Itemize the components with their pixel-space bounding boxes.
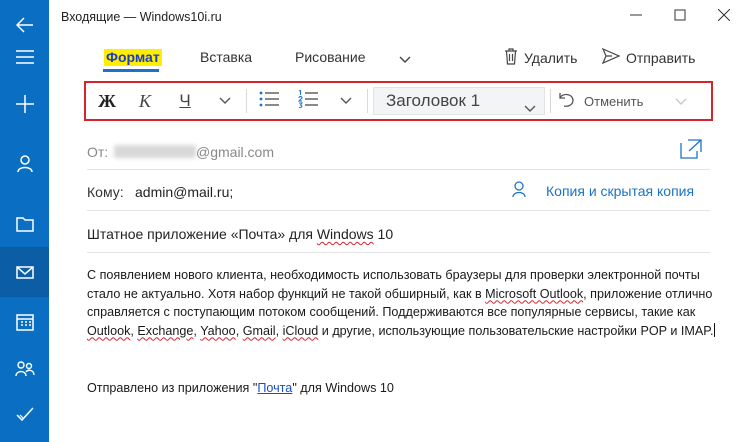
header-divider [87, 169, 710, 170]
delete-button[interactable]: Удалить [504, 48, 577, 68]
chevron-down-icon [219, 92, 231, 110]
maximize-button[interactable] [658, 0, 702, 34]
font-options-chevron-button[interactable] [210, 83, 240, 119]
underline-label: Ч [179, 91, 191, 110]
underline-button[interactable]: Ч [168, 83, 202, 119]
chevron-down-icon [340, 92, 352, 110]
body-spell-word: Gmail [242, 323, 276, 338]
mail-icon [15, 265, 34, 279]
subject-field[interactable]: Штатное приложение «Почта» для Windows 1… [87, 226, 393, 242]
text-cursor [713, 322, 715, 337]
folders-button[interactable] [0, 199, 49, 249]
send-button[interactable]: Отправить [601, 47, 696, 67]
navigation-rail [0, 0, 49, 442]
body-spell-word: Yahoo [200, 323, 236, 338]
italic-label: К [139, 90, 151, 111]
toolbar-divider [550, 89, 551, 113]
menu-button[interactable] [0, 32, 49, 82]
calendar-icon [15, 313, 34, 331]
window-title: Входящие — Windows10i.ru [61, 10, 222, 24]
subject-text: Штатное приложение «Почта» для [87, 226, 317, 242]
tab-insert[interactable]: Вставка [200, 49, 252, 65]
cc-bcc-button[interactable]: Копия и скрытая копия [512, 181, 694, 201]
from-label: От: [87, 144, 109, 160]
people-button[interactable] [0, 344, 49, 394]
new-mail-button[interactable] [0, 79, 49, 129]
body-spell-word: iCloud [282, 323, 319, 338]
folders-icon [15, 216, 34, 232]
send-label: Отправить [626, 49, 696, 66]
todo-button[interactable] [0, 389, 49, 439]
toolbar-divider [367, 89, 368, 113]
mail-button[interactable] [0, 247, 49, 297]
paragraph-style-dropdown[interactable]: Заголовок 1 [373, 87, 545, 115]
body-spell-word: Outlook [87, 323, 131, 338]
person-icon [512, 181, 526, 201]
to-label: Кому: [87, 184, 124, 200]
open-in-new-window-icon[interactable] [680, 139, 702, 164]
subject-text-end: 10 [373, 226, 394, 242]
paragraph-style-value: Заголовок 1 [386, 91, 481, 110]
chevron-down-icon [399, 51, 411, 67]
signature-link[interactable]: Почта [257, 381, 292, 395]
body-text: , [275, 323, 283, 338]
body-text: , [235, 323, 243, 338]
list-options-chevron-button[interactable] [331, 83, 361, 119]
undo-button[interactable]: Отменить [558, 83, 687, 119]
formatting-toolbar: Ж К Ч Заголовок 1 Отменить [84, 81, 713, 121]
numbered-list-button[interactable] [291, 83, 325, 119]
header-divider [87, 252, 710, 253]
signature-text-end: " для Windows 10 [292, 381, 394, 395]
message-body[interactable]: С появлением нового клиента, необходимос… [87, 266, 717, 340]
tab-format[interactable]: Формат [104, 49, 162, 66]
people-icon [14, 361, 35, 377]
header-divider [87, 210, 710, 211]
cc-bcc-label: Копия и скрытая копия [546, 183, 695, 199]
to-field[interactable]: admin@mail.ru; [135, 184, 233, 200]
hamburger-menu-icon [15, 50, 34, 64]
calendar-button[interactable] [0, 297, 49, 347]
active-tab-indicator [103, 69, 159, 72]
toolbar-divider [246, 89, 247, 113]
subject-spellcheck-word: Windows [316, 226, 374, 242]
chevron-down-icon [675, 94, 687, 109]
send-icon [601, 47, 621, 67]
undo-label: Отменить [584, 93, 644, 109]
bold-button[interactable]: Ж [90, 83, 124, 119]
maximize-icon [674, 8, 686, 26]
body-spell-word: Microsoft Outlook [485, 286, 584, 301]
accounts-button[interactable] [0, 139, 49, 189]
back-arrow-icon [15, 17, 34, 33]
title-bar: Входящие — Windows10i.ru [49, 0, 748, 34]
body-text: и другие, использующие пользовательские … [318, 323, 714, 338]
undo-icon [558, 92, 576, 111]
numbered-list-icon [297, 89, 318, 113]
todo-check-icon [15, 406, 34, 422]
italic-button[interactable]: К [128, 83, 162, 119]
ribbon-tabs: Формат Вставка Рисование Удалить Отправи… [49, 40, 748, 78]
bulleted-list-icon [259, 91, 279, 112]
tab-draw[interactable]: Рисование [295, 49, 366, 65]
close-icon [717, 8, 731, 26]
minimize-icon [630, 8, 642, 26]
more-tabs-chevron-button[interactable] [399, 51, 411, 67]
signature: Отправлено из приложения "Почта" для Win… [87, 381, 394, 395]
body-spell-word: Exchange [137, 323, 194, 338]
new-mail-plus-icon [15, 95, 34, 113]
close-button[interactable] [702, 0, 746, 34]
minimize-button[interactable] [614, 0, 658, 34]
delete-label: Удалить [524, 50, 578, 66]
trash-icon [504, 48, 518, 68]
from-address-blurred [114, 145, 196, 158]
accounts-person-icon [16, 155, 33, 173]
bold-label: Ж [98, 90, 116, 111]
signature-text: Отправлено из приложения " [87, 381, 258, 395]
bulleted-list-button[interactable] [252, 83, 286, 119]
from-domain[interactable]: @gmail.com [196, 144, 274, 160]
chevron-down-icon [524, 98, 536, 118]
